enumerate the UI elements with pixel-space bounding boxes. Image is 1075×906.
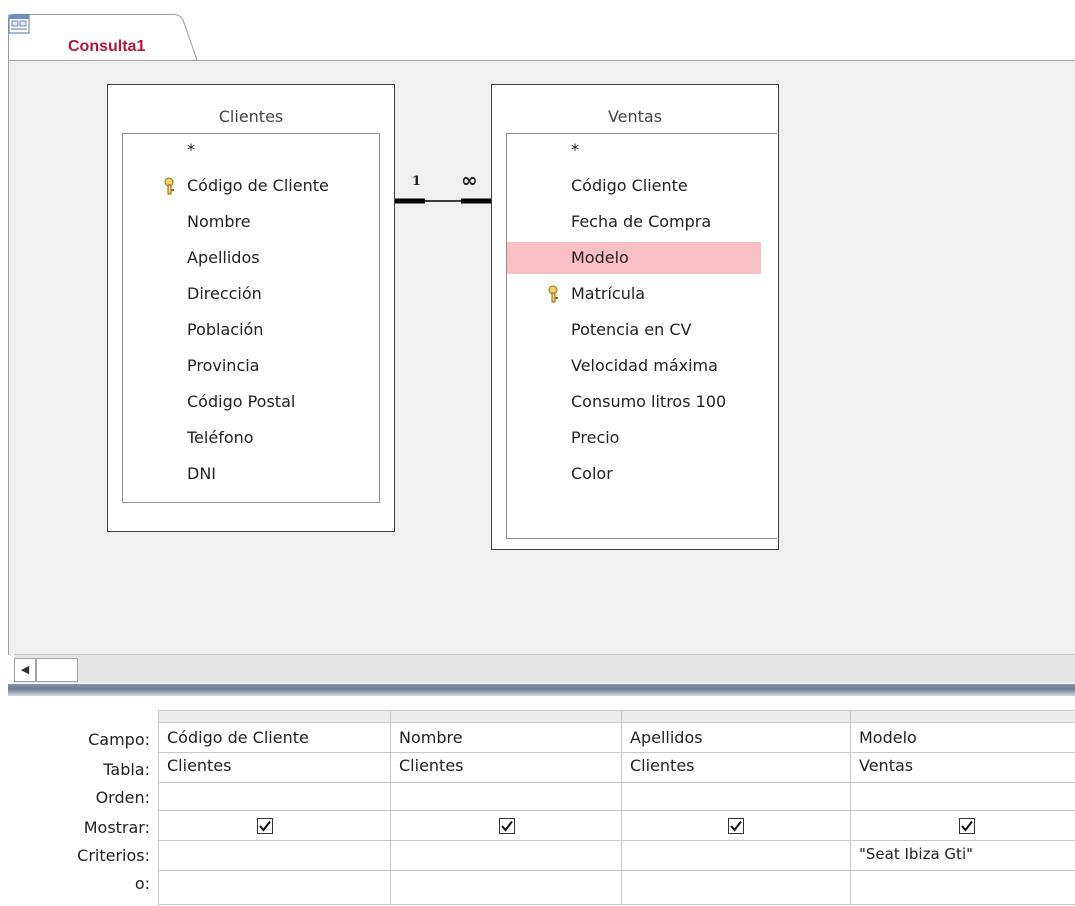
field-item[interactable]: Provincia bbox=[123, 350, 379, 382]
field-item[interactable]: Precio bbox=[507, 422, 777, 454]
relationship-one-label: 1 bbox=[412, 174, 422, 189]
orden-cell[interactable] bbox=[391, 783, 622, 811]
relationship-join-line[interactable] bbox=[395, 173, 493, 213]
tabla-cell[interactable]: Clientes bbox=[391, 753, 622, 783]
mostrar-cell bbox=[851, 811, 1075, 841]
field-item[interactable]: * bbox=[507, 134, 777, 166]
field-item[interactable]: * bbox=[123, 134, 379, 166]
mostrar-checkbox[interactable] bbox=[499, 818, 515, 834]
relationship-many-label: ∞ bbox=[461, 168, 478, 192]
o-cell[interactable] bbox=[159, 871, 391, 905]
campo-cell[interactable]: Apellidos bbox=[622, 723, 851, 753]
primary-key-icon bbox=[548, 285, 558, 303]
criterios-cell[interactable] bbox=[622, 841, 851, 871]
row-label-campo: Campo: bbox=[88, 730, 150, 749]
row-label-tabla: Tabla: bbox=[103, 760, 150, 779]
row-label-criterios: Criterios: bbox=[77, 846, 150, 865]
document-tab-strip: Consulta1 bbox=[0, 0, 1075, 60]
criterios-cell[interactable] bbox=[391, 841, 622, 871]
field-item[interactable]: Color bbox=[507, 458, 777, 490]
field-item[interactable]: Dirección bbox=[123, 278, 379, 310]
criterios-cell[interactable]: "Seat Ibiza Gti" bbox=[851, 841, 1075, 871]
field-item[interactable]: DNI bbox=[123, 458, 379, 490]
orden-cell[interactable] bbox=[159, 783, 391, 811]
grid-columns: Código de Cliente Clientes Nombre Client… bbox=[158, 710, 1075, 906]
query-design-icon bbox=[8, 14, 30, 34]
tabla-cell[interactable]: Clientes bbox=[159, 753, 391, 783]
mostrar-checkbox[interactable] bbox=[728, 818, 744, 834]
column-selector[interactable] bbox=[391, 711, 622, 723]
tabla-cell[interactable]: Clientes bbox=[622, 753, 851, 783]
mostrar-cell bbox=[622, 811, 851, 841]
table-title: Clientes bbox=[218, 107, 284, 126]
mostrar-cell bbox=[391, 811, 622, 841]
scroll-left-arrow-icon[interactable]: ◀ bbox=[14, 658, 36, 682]
o-cell[interactable] bbox=[391, 871, 622, 905]
o-cell[interactable] bbox=[622, 871, 851, 905]
column-selector[interactable] bbox=[851, 711, 1075, 723]
field-list[interactable]: * Código de Cliente Nombre Apellidos Dir… bbox=[122, 133, 380, 503]
field-item[interactable]: Potencia en CV bbox=[507, 314, 777, 346]
mostrar-checkbox[interactable] bbox=[959, 818, 975, 834]
campo-cell[interactable]: Código de Cliente bbox=[159, 723, 391, 753]
table-clientes[interactable]: Clientes * Código de Cliente Nombre Apel… bbox=[107, 84, 395, 532]
query-design-grid: Campo: Tabla: Orden: Mostrar: Criterios:… bbox=[0, 696, 1075, 906]
row-label-orden: Orden: bbox=[95, 788, 150, 807]
mostrar-cell bbox=[159, 811, 391, 841]
orden-cell[interactable] bbox=[851, 783, 1075, 811]
table-title: Ventas bbox=[607, 107, 663, 126]
column-selector[interactable] bbox=[159, 711, 391, 723]
tab-label: Consulta1 bbox=[68, 38, 146, 55]
orden-cell[interactable] bbox=[622, 783, 851, 811]
table-ventas[interactable]: Ventas * Código Cliente Fecha de Compra … bbox=[491, 84, 779, 550]
field-item[interactable]: Consumo litros 100 bbox=[507, 386, 777, 418]
primary-key-icon bbox=[164, 177, 174, 195]
scroll-thumb[interactable] bbox=[36, 658, 78, 682]
field-item[interactable]: Código Postal bbox=[123, 386, 379, 418]
row-label-o: o: bbox=[134, 874, 150, 893]
column-selector[interactable] bbox=[622, 711, 851, 723]
pane-splitter[interactable] bbox=[8, 684, 1075, 696]
field-item[interactable]: Nombre bbox=[123, 206, 379, 238]
field-list[interactable]: * Código Cliente Fecha de Compra Modelo … bbox=[506, 133, 777, 539]
tabla-cell[interactable]: Ventas bbox=[851, 753, 1075, 783]
campo-cell[interactable]: Nombre bbox=[391, 723, 622, 753]
field-item[interactable]: Apellidos bbox=[123, 242, 379, 274]
query-design-pane: Clientes * Código de Cliente Nombre Apel… bbox=[8, 60, 1075, 655]
field-item[interactable]: Velocidad máxima bbox=[507, 350, 777, 382]
field-item-selected[interactable]: Modelo bbox=[507, 242, 761, 274]
field-item[interactable]: Población bbox=[123, 314, 379, 346]
mostrar-checkbox[interactable] bbox=[257, 818, 273, 834]
o-cell[interactable] bbox=[851, 871, 1075, 905]
field-item[interactable]: Teléfono bbox=[123, 422, 379, 454]
criterios-cell[interactable] bbox=[159, 841, 391, 871]
field-item[interactable]: Código Cliente bbox=[507, 170, 777, 202]
field-item[interactable]: Matrícula bbox=[507, 278, 777, 310]
campo-cell[interactable]: Modelo bbox=[851, 723, 1075, 753]
tab-consulta1[interactable]: Consulta1 bbox=[8, 14, 198, 60]
field-item[interactable]: Código de Cliente bbox=[123, 170, 379, 202]
design-horizontal-scrollbar[interactable]: ◀ bbox=[14, 654, 1075, 683]
field-item[interactable]: Fecha de Compra bbox=[507, 206, 777, 238]
row-label-mostrar: Mostrar: bbox=[83, 818, 150, 837]
